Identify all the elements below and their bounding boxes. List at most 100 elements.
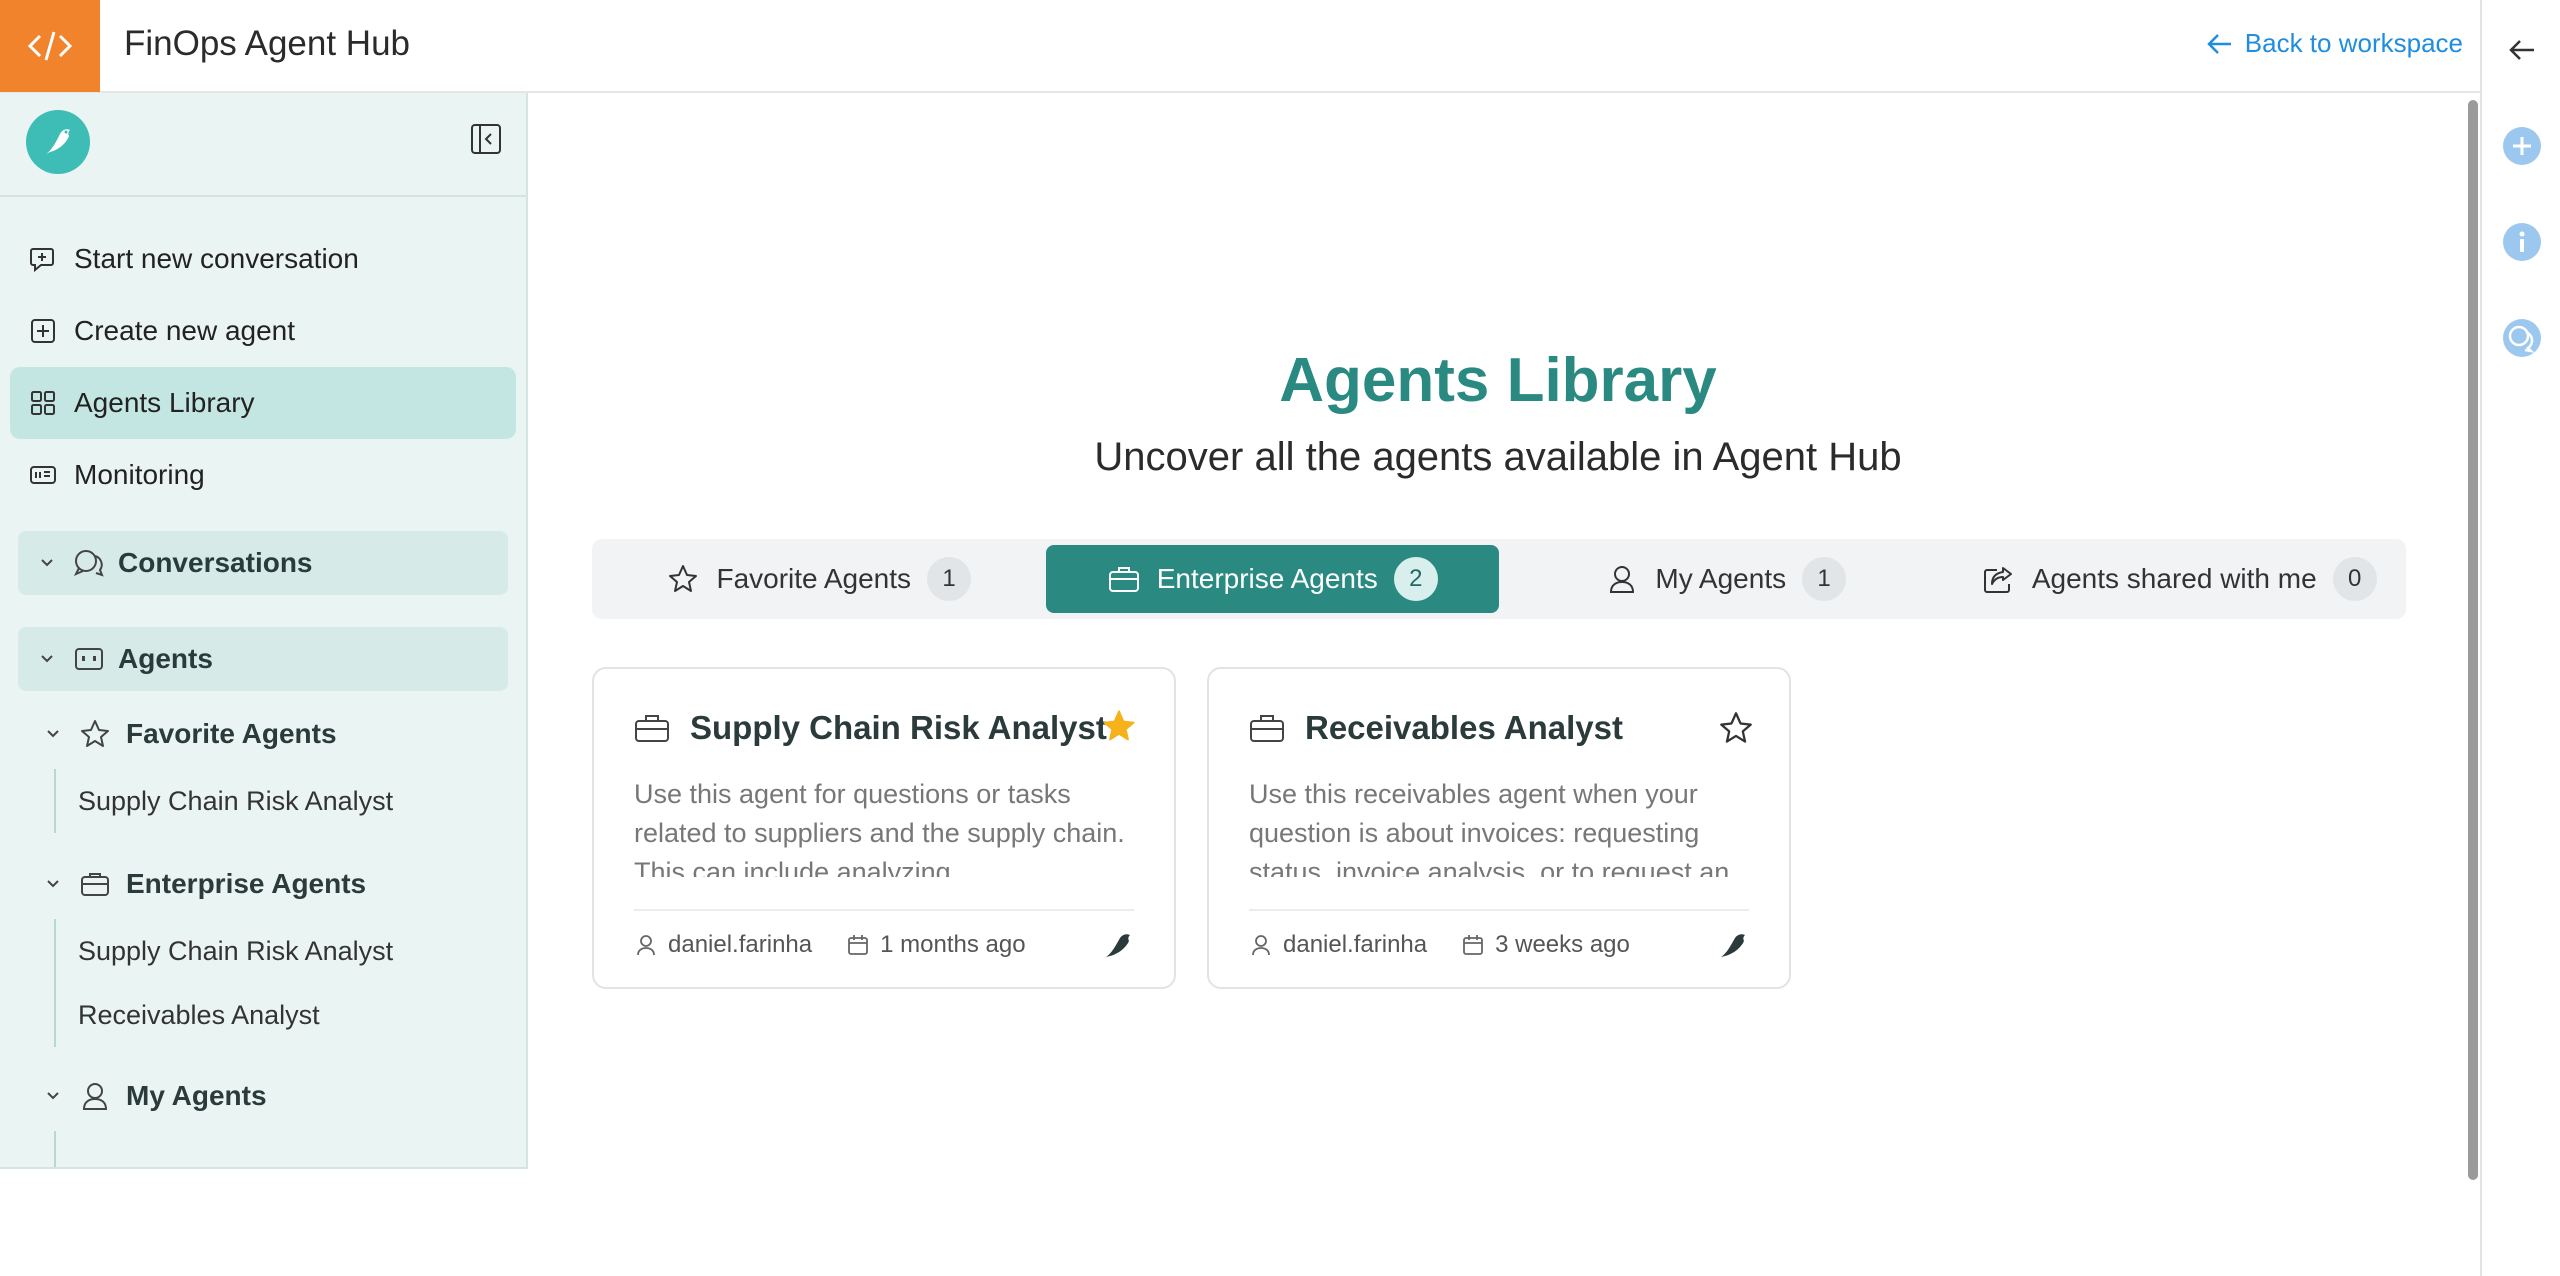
calendar-icon xyxy=(1461,933,1485,957)
tab-label: Enterprise Agents xyxy=(1156,563,1378,594)
favorite-agents-list: Supply Chain Risk Analyst xyxy=(54,769,526,833)
briefcase-icon xyxy=(78,867,112,901)
user-icon xyxy=(1249,933,1273,957)
agent-card[interactable]: Supply Chain Risk Analyst Use this agent… xyxy=(592,667,1176,989)
count-badge: 1 xyxy=(927,557,972,601)
back-to-workspace-link[interactable]: Back to workspace xyxy=(2207,28,2463,59)
sidebar: Start new conversation Create new agent … xyxy=(0,93,528,1169)
chat-plus-icon xyxy=(28,244,58,274)
main-scrollbar[interactable] xyxy=(2468,100,2478,1180)
user-icon xyxy=(1605,562,1639,596)
tab-label: Agents shared with me xyxy=(2031,563,2317,594)
user-icon xyxy=(634,933,658,957)
card-author: daniel.farinha xyxy=(668,931,813,958)
chat-button[interactable] xyxy=(2500,316,2544,360)
sidebar-group-favorite-agents[interactable]: Favorite Agents xyxy=(42,699,526,769)
group-label: My Agents xyxy=(126,1080,267,1111)
monitor-icon xyxy=(28,460,58,490)
card-footer: daniel.farinha 1 months ago xyxy=(634,909,1134,979)
chat-bubbles-icon xyxy=(2503,319,2541,357)
group-label: Favorite Agents xyxy=(126,718,337,749)
sidebar-item-start-conversation[interactable]: Start new conversation xyxy=(10,223,516,295)
arrow-left-icon xyxy=(2207,33,2231,54)
app-logo[interactable] xyxy=(0,0,100,92)
count-badge: 1 xyxy=(1802,557,1847,601)
tab-favorite-agents[interactable]: Favorite Agents 1 xyxy=(592,545,1046,613)
page-title: Agents Library xyxy=(1279,346,1717,415)
sidebar-header xyxy=(0,93,526,197)
sidebar-item-label: Monitoring xyxy=(74,459,205,490)
bird-logo-icon xyxy=(46,129,70,154)
briefcase-icon xyxy=(634,712,670,744)
sidebar-section-agents[interactable]: Agents xyxy=(18,627,508,691)
right-rail xyxy=(2480,0,2560,1276)
briefcase-icon xyxy=(1107,562,1141,596)
card-title: Supply Chain Risk Analyst xyxy=(690,709,1107,746)
collapse-sidebar-button[interactable] xyxy=(470,123,502,155)
sidebar-item-agents-library[interactable]: Agents Library xyxy=(10,367,516,439)
share-icon xyxy=(1982,562,2016,596)
count-badge: 0 xyxy=(2332,557,2377,601)
tab-shared-with-me[interactable]: Agents shared with me 0 xyxy=(1953,545,2407,613)
sidebar-section-conversations[interactable]: Conversations xyxy=(18,531,508,595)
sidebar-item-label: Agents Library xyxy=(74,387,255,418)
list-item[interactable]: Supply Chain Risk Analyst xyxy=(78,919,526,983)
agent-card[interactable]: Receivables Analyst Use this receivables… xyxy=(1207,667,1791,989)
favorite-toggle[interactable] xyxy=(1102,709,1136,743)
star-icon xyxy=(666,562,700,596)
bird-logo-icon xyxy=(1717,929,1749,961)
sidebar-group-enterprise-agents[interactable]: Enterprise Agents xyxy=(42,849,526,919)
tab-label: Favorite Agents xyxy=(716,563,912,594)
chevron-down-icon xyxy=(47,880,59,888)
sidebar-item-create-agent[interactable]: Create new agent xyxy=(10,295,516,367)
arrow-left-icon xyxy=(2509,40,2534,60)
list-item[interactable]: Receivables Analyst xyxy=(78,983,526,1047)
star-icon xyxy=(78,717,112,751)
card-date: 3 weeks ago xyxy=(1495,931,1630,958)
tab-label: My Agents xyxy=(1655,563,1787,594)
grid-icon xyxy=(28,388,58,418)
sidebar-item-label: Create new agent xyxy=(74,315,296,346)
add-square-icon xyxy=(28,316,58,346)
add-button[interactable] xyxy=(2500,124,2544,168)
robot-icon xyxy=(72,642,106,676)
code-icon xyxy=(27,31,73,61)
star-icon xyxy=(1720,712,1752,743)
avatar[interactable] xyxy=(26,110,90,174)
plus-circle-icon xyxy=(2503,127,2541,165)
my-agents-list xyxy=(54,1131,526,1167)
tab-enterprise-agents[interactable]: Enterprise Agents 2 xyxy=(1045,545,1499,613)
sidebar-item-monitoring[interactable]: Monitoring xyxy=(10,439,516,511)
sidebar-nav: Start new conversation Create new agent … xyxy=(0,197,526,511)
favorite-toggle[interactable] xyxy=(1719,711,1753,745)
card-title: Receivables Analyst xyxy=(1305,709,1623,746)
list-item[interactable]: Supply Chain Risk Analyst xyxy=(78,769,526,833)
calendar-icon xyxy=(846,933,870,957)
tab-my-agents[interactable]: My Agents 1 xyxy=(1499,545,1953,613)
top-bar: FinOps Agent Hub Back to workspace xyxy=(0,0,2480,93)
chevron-down-icon xyxy=(47,730,59,738)
sidebar-item-label: Start new conversation xyxy=(74,243,359,274)
chat-bubbles-icon xyxy=(72,546,106,580)
section-label: Agents xyxy=(118,643,213,674)
section-label: Conversations xyxy=(118,547,313,578)
enterprise-agents-list: Supply Chain Risk Analyst Receivables An… xyxy=(54,919,526,1047)
card-description: Use this receivables agent when your que… xyxy=(1249,779,1730,877)
back-link-label: Back to workspace xyxy=(2244,28,2463,58)
info-button[interactable] xyxy=(2500,220,2544,264)
page-subtitle: Uncover all the agents available in Agen… xyxy=(1094,435,1902,479)
sidebar-group-my-agents[interactable]: My Agents xyxy=(42,1061,526,1131)
chevron-down-icon xyxy=(47,1092,59,1100)
bird-logo-icon xyxy=(1102,929,1134,961)
user-icon xyxy=(78,1079,112,1113)
chevron-down-icon xyxy=(41,559,53,567)
info-icon xyxy=(2503,223,2541,261)
app-title: FinOps Agent Hub xyxy=(124,24,410,63)
main-content: Agents Library Uncover all the agents av… xyxy=(530,95,2466,1276)
card-description: Use this agent for questions or tasks re… xyxy=(634,779,1125,877)
sidebar-collapse-icon xyxy=(471,124,501,154)
card-date: 1 months ago xyxy=(880,931,1026,958)
collapse-rail-button[interactable] xyxy=(2500,28,2544,72)
star-filled-icon xyxy=(1103,710,1135,741)
card-header: Receivables Analyst xyxy=(1249,709,1623,747)
